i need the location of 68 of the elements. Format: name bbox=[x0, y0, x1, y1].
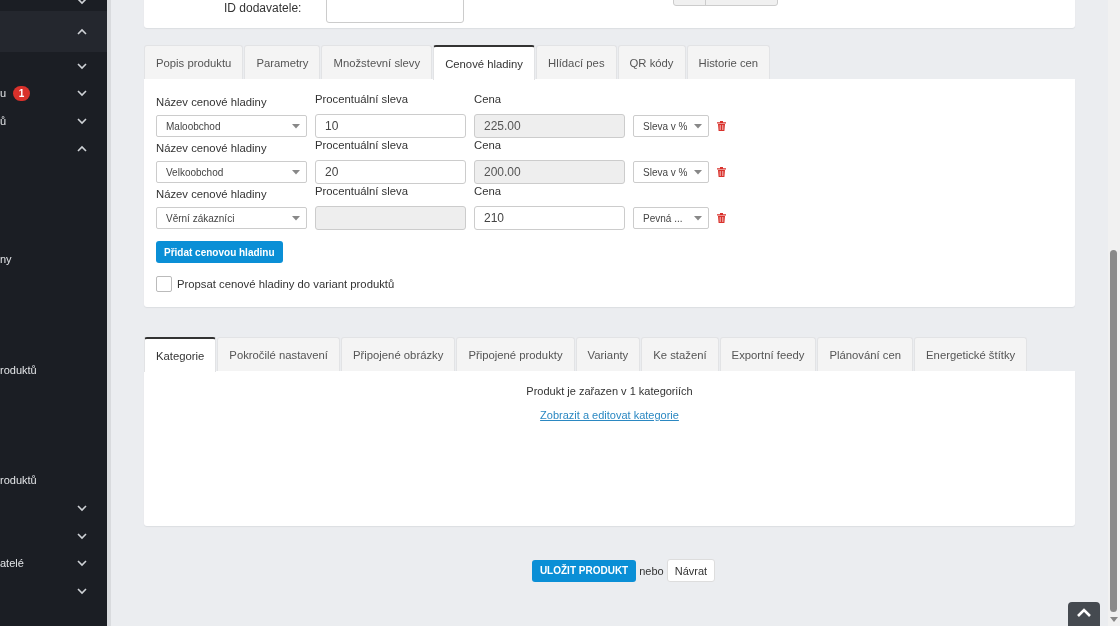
tab[interactable]: Cenové hladiny bbox=[433, 45, 536, 80]
caret-icon bbox=[694, 215, 702, 221]
sidebar-item[interactable]: roduktů bbox=[0, 466, 107, 495]
field-label: Procentuální sleva bbox=[315, 185, 409, 197]
discount-type-select[interactable]: Sleva v % bbox=[633, 115, 709, 137]
price-level-select[interactable]: Maloobchod bbox=[156, 115, 307, 137]
edit-categories-link[interactable]: Zobrazit a editovat kategorie bbox=[540, 409, 679, 421]
sidebar-item[interactable]: atelé bbox=[0, 549, 107, 577]
back-button[interactable]: Návrat bbox=[666, 559, 716, 582]
price-level-select[interactable]: Věrní zákazníci bbox=[156, 207, 307, 229]
caret-icon bbox=[694, 123, 702, 129]
tab[interactable]: Energetické štítky bbox=[914, 337, 1028, 371]
caret-icon bbox=[292, 169, 300, 175]
field-label: Procentuální sleva bbox=[315, 139, 409, 151]
checkbox-label: Propsat cenové hladiny do variant produktů bbox=[177, 278, 395, 290]
field-label: Název cenové hladiny bbox=[156, 95, 268, 108]
checkbox[interactable] bbox=[156, 276, 172, 292]
tab[interactable]: Historie cen bbox=[686, 45, 771, 79]
tab[interactable]: Ke stažení bbox=[641, 337, 719, 371]
delete-button[interactable] bbox=[717, 213, 726, 223]
field-label: Název cenové hladiny bbox=[156, 187, 268, 200]
trash-icon bbox=[717, 213, 726, 223]
field-label: ID dodavatele: bbox=[224, 1, 303, 15]
percent-field[interactable]: 20 bbox=[315, 160, 466, 184]
field-label: Název cenové hladiny bbox=[156, 141, 268, 154]
discount-type-select[interactable]: Pevná ... bbox=[633, 207, 709, 229]
tab[interactable]: Popis produktu bbox=[144, 45, 244, 79]
tab[interactable]: Hlídací pes bbox=[536, 45, 617, 79]
delete-button[interactable] bbox=[717, 121, 726, 131]
trash-icon bbox=[717, 121, 726, 131]
delete-button[interactable] bbox=[717, 167, 726, 177]
tab[interactable]: Připojené obrázky bbox=[340, 337, 456, 371]
tab[interactable]: QR kódy bbox=[617, 45, 686, 79]
tab[interactable]: Parametry bbox=[244, 45, 321, 79]
scroll-to-top-button[interactable] bbox=[1068, 602, 1100, 626]
field-label: Cena bbox=[474, 93, 502, 105]
category-info: Produkt je zařazen v 1 kategoriích bbox=[526, 385, 693, 397]
caret-icon bbox=[694, 169, 702, 175]
tab[interactable]: Plánování cen bbox=[817, 337, 914, 371]
sidebar-item[interactable] bbox=[0, 11, 107, 52]
field-label: Procentuální sleva bbox=[315, 93, 409, 105]
field-label: Cena bbox=[474, 185, 502, 197]
price-level-select[interactable]: Velkoobchod bbox=[156, 161, 307, 183]
caret-icon bbox=[292, 215, 300, 221]
field-label: Cena bbox=[474, 139, 502, 151]
scrollbar[interactable] bbox=[1108, 0, 1120, 626]
percent-field[interactable]: 10 bbox=[315, 114, 466, 138]
sidebar-item[interactable]: ny bbox=[0, 245, 107, 273]
tab[interactable]: Pokročilé nastavení bbox=[217, 337, 340, 371]
save-button[interactable]: ULOŽIT PRODUKT bbox=[531, 559, 637, 582]
tab[interactable]: Exportní feedy bbox=[719, 337, 817, 371]
add-price-level-button[interactable]: Přidat cenovou hladinu bbox=[156, 241, 283, 263]
supplier-id-field[interactable] bbox=[326, 0, 465, 23]
discount-type-select[interactable]: Sleva v % bbox=[633, 161, 709, 183]
separator-text: nebo bbox=[639, 564, 664, 577]
caret-icon bbox=[292, 123, 300, 129]
tab[interactable]: Varianty bbox=[575, 337, 641, 371]
caret-up-icon bbox=[1077, 608, 1091, 618]
tab[interactable]: Kategorie bbox=[144, 337, 217, 372]
tab[interactable]: Množstevní slevy bbox=[321, 45, 433, 79]
sidebar-item[interactable]: ů bbox=[0, 107, 107, 135]
tab[interactable]: Připojené produkty bbox=[456, 337, 575, 371]
price-field[interactable]: 210 bbox=[474, 206, 625, 230]
count-badge: 1 bbox=[13, 85, 31, 101]
trash-icon bbox=[717, 167, 726, 177]
sidebar-item[interactable]: roduktů bbox=[0, 355, 107, 384]
scroll-down-icon[interactable] bbox=[1110, 617, 1118, 623]
sidebar-item[interactable]: u 1 bbox=[0, 79, 107, 108]
